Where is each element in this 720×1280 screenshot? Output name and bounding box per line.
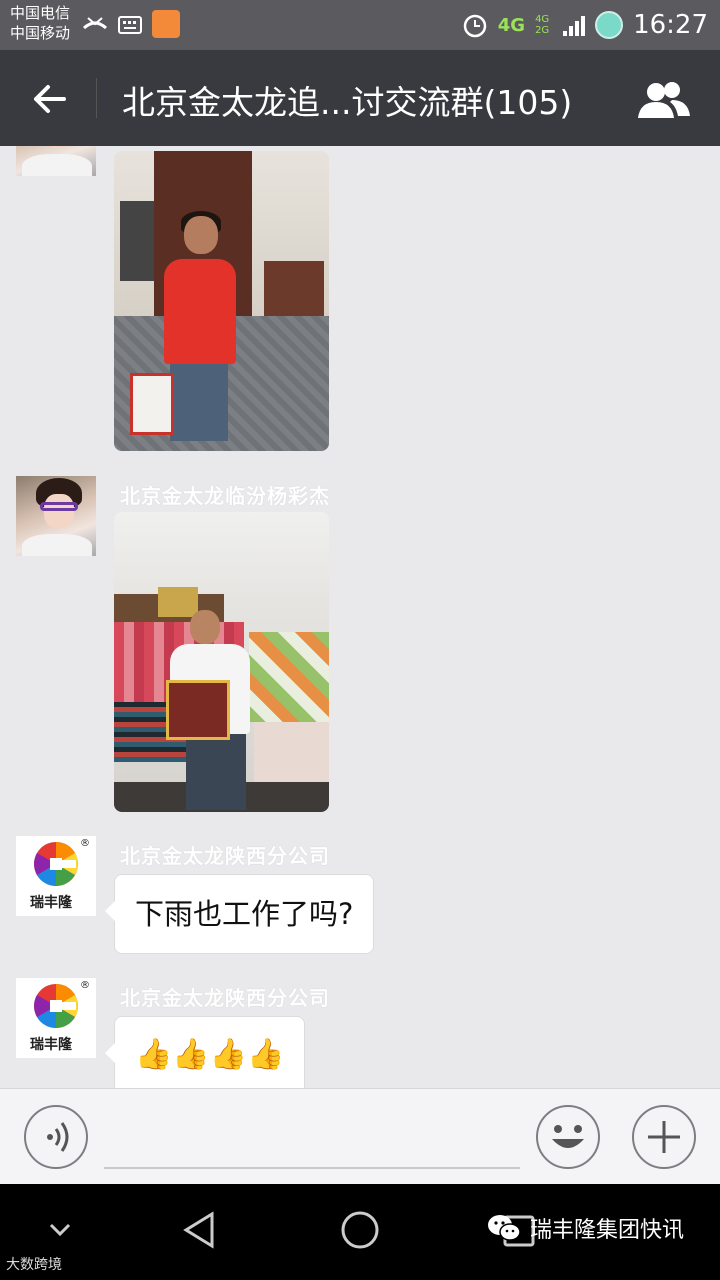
registered-mark: ® bbox=[80, 980, 90, 991]
signal-icon bbox=[563, 14, 586, 36]
network-small-label: 4G 2G bbox=[535, 14, 550, 36]
text-message-bubble[interactable]: 下雨也工作了吗? bbox=[104, 874, 375, 954]
voice-input-button[interactable] bbox=[24, 1105, 88, 1169]
voice-input-icon bbox=[47, 1122, 69, 1152]
carrier-2: 中国移动 bbox=[10, 24, 71, 42]
chat-title: 北京金太龙追...讨交流群(105) bbox=[122, 83, 573, 122]
clock: 16:27 bbox=[633, 10, 708, 40]
missed-call-icon bbox=[82, 17, 108, 30]
plus-icon bbox=[648, 1121, 680, 1153]
sender-name: 北京金太龙陕西分公司 bbox=[120, 844, 330, 868]
carrier-labels: 中国电信 中国移动 bbox=[10, 3, 70, 43]
message-text: 下雨也工作了吗? bbox=[135, 897, 354, 931]
watermark-left: 大数跨境 bbox=[6, 1257, 62, 1273]
keyboard-icon bbox=[118, 16, 142, 34]
sender-avatar[interactable]: 瑞丰隆 ® bbox=[16, 836, 96, 916]
logo-text: 瑞丰隆 bbox=[30, 1037, 72, 1053]
sender-avatar[interactable] bbox=[16, 146, 96, 176]
wechat-icon bbox=[488, 1215, 521, 1241]
back-arrow-icon[interactable] bbox=[28, 78, 70, 120]
title-bar: 北京金太龙追...讨交流群(105) bbox=[0, 50, 720, 146]
group-members-icon[interactable] bbox=[636, 80, 692, 120]
input-bar bbox=[0, 1088, 720, 1184]
logo-text: 瑞丰隆 bbox=[30, 895, 72, 911]
sender-name: 北京金太龙陕西分公司 bbox=[120, 986, 330, 1010]
watermark-text: 瑞丰隆集团快讯 bbox=[530, 1218, 685, 1243]
registered-mark: ® bbox=[80, 838, 90, 849]
carrier-1: 中国电信 bbox=[10, 4, 71, 22]
navigation-bar: 瑞丰隆集团快讯 大数跨境 bbox=[0, 1184, 720, 1280]
network-label: 4G bbox=[497, 14, 526, 36]
sender-name: 北京金太龙临汾杨彩杰 bbox=[120, 484, 330, 508]
status-bar: 中国电信 中国移动 4G 4G 2G 16:27 bbox=[0, 0, 720, 50]
thumbs-up-emoji: 👍👍👍👍 bbox=[135, 1037, 285, 1072]
photo-message[interactable] bbox=[114, 512, 329, 812]
status-right: 4G 4G 2G 16:27 bbox=[462, 8, 708, 42]
emoji-message-bubble[interactable]: 👍👍👍👍 bbox=[104, 1016, 306, 1088]
wechat-watermark: 瑞丰隆集团快讯 bbox=[486, 1212, 684, 1244]
message-input[interactable] bbox=[104, 1109, 520, 1169]
photo-message[interactable] bbox=[114, 151, 329, 451]
battery-icon bbox=[595, 11, 624, 39]
chat-area[interactable]: 北京金太龙临汾杨彩杰 瑞丰隆 ® 北京金太龙陕西分公司 下雨也工作了吗? 瑞丰隆… bbox=[0, 146, 720, 1088]
back-nav-icon[interactable] bbox=[180, 1210, 220, 1250]
title-divider bbox=[96, 78, 97, 118]
app-icon bbox=[152, 10, 180, 38]
alarm-icon bbox=[463, 14, 486, 38]
more-button[interactable] bbox=[632, 1105, 696, 1169]
sender-avatar[interactable]: 瑞丰隆 ® bbox=[16, 978, 96, 1058]
collapse-icon[interactable] bbox=[48, 1222, 72, 1238]
home-nav-icon[interactable] bbox=[340, 1210, 380, 1250]
emoji-button[interactable] bbox=[536, 1105, 600, 1169]
emoji-icon bbox=[552, 1125, 584, 1148]
sender-avatar[interactable] bbox=[16, 476, 96, 556]
